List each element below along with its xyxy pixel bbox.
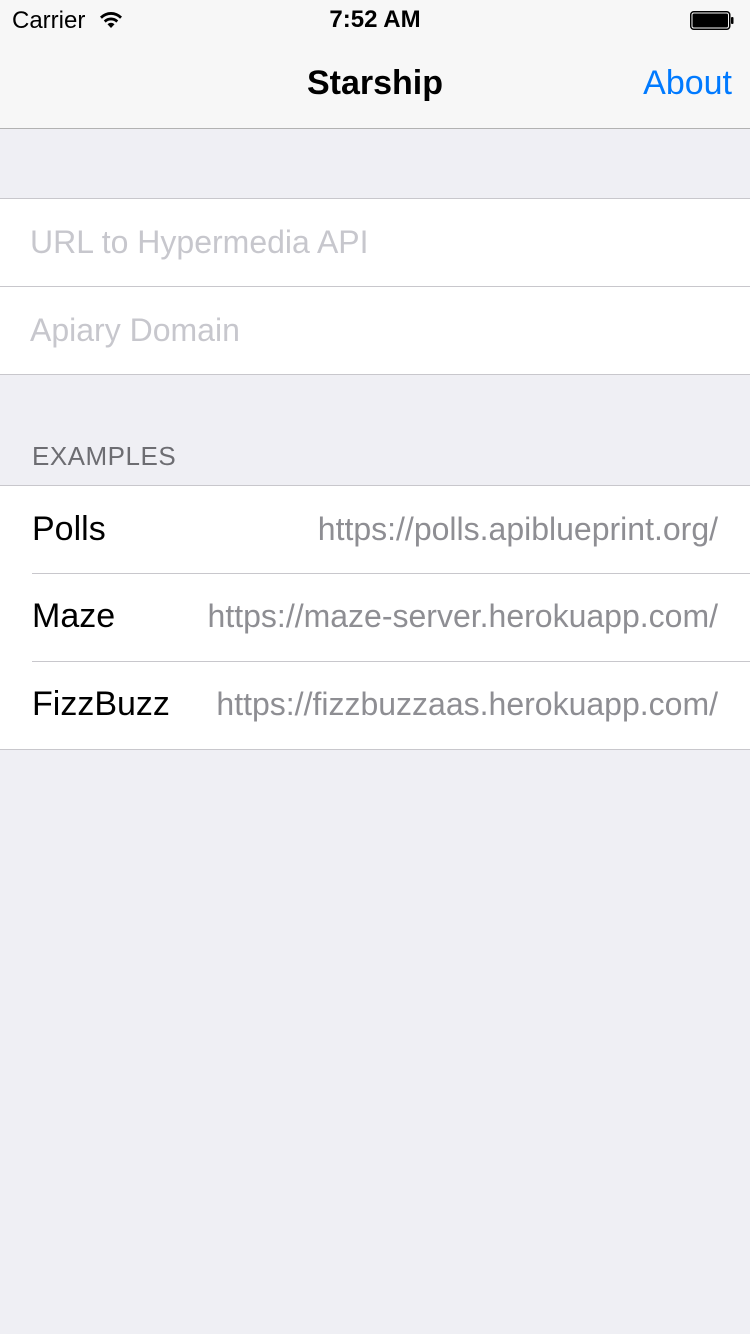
example-name: FizzBuzz	[32, 685, 170, 723]
examples-header: EXAMPLES	[32, 441, 177, 471]
battery-icon	[690, 11, 734, 30]
navigation-bar: Starship About	[0, 40, 750, 129]
example-item-polls[interactable]: Polls https://polls.apiblueprint.org/	[0, 486, 750, 573]
about-button[interactable]: About	[643, 64, 732, 103]
apiary-domain-input[interactable]	[30, 287, 720, 374]
example-url: https://fizzbuzzaas.herokuapp.com/	[216, 686, 718, 722]
apiary-row	[0, 286, 750, 374]
example-name: Maze	[32, 597, 116, 635]
example-item-fizzbuzz[interactable]: FizzBuzz https://fizzbuzzaas.herokuapp.c…	[0, 661, 750, 749]
status-bar: Carrier 7:52 AM	[0, 0, 750, 40]
url-row	[0, 199, 750, 286]
page-title: Starship	[306, 64, 444, 102]
example-url: https://maze-server.herokuapp.com/	[207, 598, 718, 634]
api-form	[0, 198, 750, 375]
example-item-maze[interactable]: Maze https://maze-server.herokuapp.com/	[0, 573, 750, 661]
example-name: Polls	[32, 510, 106, 548]
examples-list: Polls https://polls.apiblueprint.org/ Ma…	[0, 485, 750, 750]
hypermedia-url-input[interactable]	[30, 199, 720, 286]
example-url: https://polls.apiblueprint.org/	[317, 511, 718, 547]
status-time: 7:52 AM	[329, 6, 421, 33]
